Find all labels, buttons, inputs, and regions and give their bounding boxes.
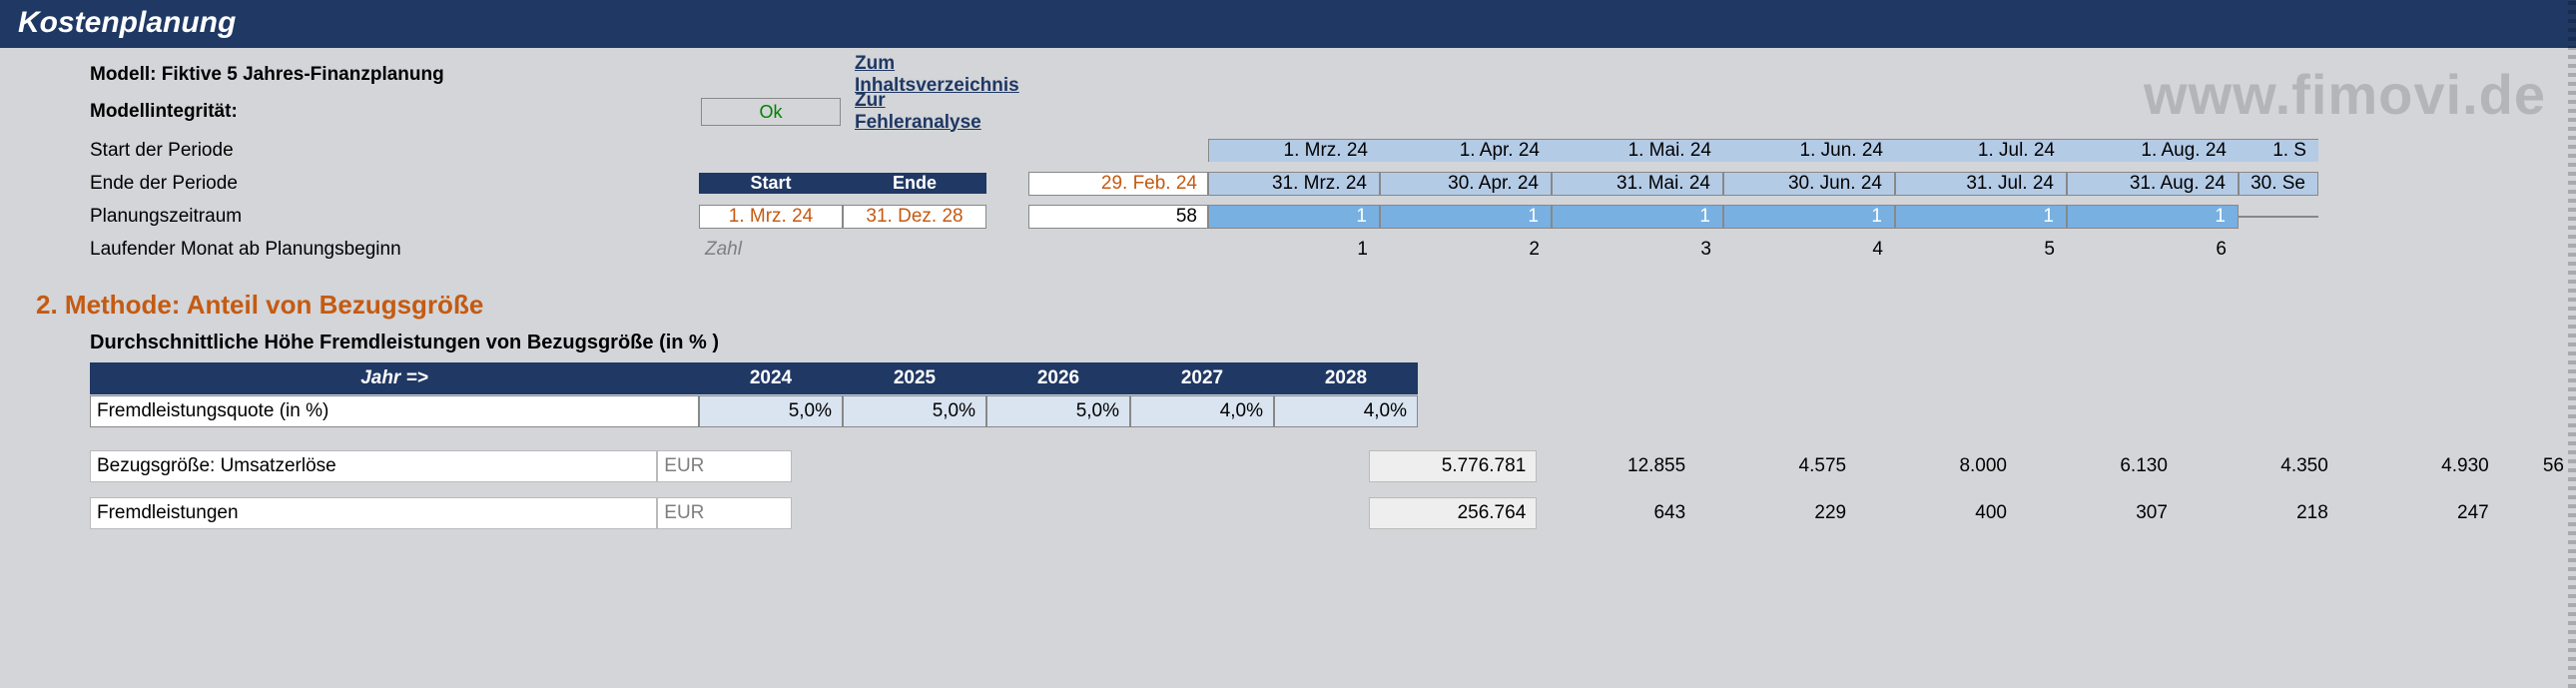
quote-4[interactable]: 4,0% [1274, 395, 1418, 427]
year-3: 2027 [1130, 362, 1274, 394]
one-2: 1 [1552, 205, 1723, 229]
quote-1[interactable]: 5,0% [843, 395, 986, 427]
one-0: 1 [1208, 205, 1380, 229]
month-end-1: 30. Apr. 24 [1380, 172, 1552, 196]
fremd-0: 643 [1537, 502, 1697, 524]
bezug-1: 4.575 [1697, 455, 1858, 477]
one-6 [2239, 216, 2318, 218]
quote-3[interactable]: 4,0% [1130, 395, 1274, 427]
quote-0[interactable]: 5,0% [699, 395, 843, 427]
bezug-5: 4.930 [2340, 455, 2501, 477]
year-4: 2028 [1274, 362, 1418, 394]
month-start-6: 1. S [2239, 139, 2318, 162]
month-end-2: 31. Mai. 24 [1552, 172, 1723, 196]
month-start-0: 1. Mrz. 24 [1208, 139, 1380, 162]
month-start-5: 1. Aug. 24 [2067, 139, 2239, 162]
quote-label: Fremdleistungsquote (in %) [90, 395, 699, 427]
month-start-2: 1. Mai. 24 [1552, 139, 1723, 162]
zahl-label: Zahl [699, 239, 843, 261]
fremd-3: 307 [2019, 502, 2180, 524]
bezug-total: 5.776.781 [1369, 450, 1537, 482]
bezug-6: 56 [2501, 455, 2576, 477]
idx-5: 6 [2067, 239, 2239, 261]
idx-0: 1 [1208, 239, 1380, 261]
fremd-total: 256.764 [1369, 497, 1537, 529]
idx-3: 4 [1723, 239, 1895, 261]
idx-4: 5 [1895, 239, 2067, 261]
fremd-5: 247 [2340, 502, 2501, 524]
plan-start: 1. Mrz. 24 [699, 205, 843, 229]
month-start-4: 1. Jul. 24 [1895, 139, 2067, 162]
year-2: 2026 [986, 362, 1130, 394]
page-title: Kostenplanung [0, 0, 2576, 48]
total-end-date: 29. Feb. 24 [1028, 172, 1208, 196]
bezug-3: 6.130 [2019, 455, 2180, 477]
integrity-label: Modellintegrität: [90, 101, 699, 123]
bezug-currency: EUR [657, 450, 792, 482]
year-label: Jahr => [90, 362, 699, 394]
one-4: 1 [1895, 205, 2067, 229]
fremd-label: Fremdleistungen [90, 497, 657, 529]
one-5: 1 [2067, 205, 2239, 229]
section-subtitle: Durchschnittliche Höhe Fremdleistungen v… [90, 332, 719, 354]
bezug-2: 8.000 [1858, 455, 2019, 477]
idx-1: 2 [1380, 239, 1552, 261]
period-end-label: Ende der Periode [90, 173, 699, 195]
month-end-0: 31. Mrz. 24 [1208, 172, 1380, 196]
one-1: 1 [1380, 205, 1552, 229]
end-header: Ende [843, 173, 986, 194]
month-end-5: 31. Aug. 24 [2067, 172, 2239, 196]
bezug-label: Bezugsgröße: Umsatzerlöse [90, 450, 657, 482]
model-label: Modell: Fiktive 5 Jahres-Finanzplanung [90, 64, 699, 86]
quote-2[interactable]: 5,0% [986, 395, 1130, 427]
month-idx-label: Laufender Monat ab Planungsbeginn [90, 239, 699, 261]
fremd-currency: EUR [657, 497, 792, 529]
section-title: 2. Methode: Anteil von Bezugsgröße [18, 266, 2576, 321]
bezug-0: 12.855 [1537, 455, 1697, 477]
link-errors[interactable]: Zur Fehleranalyse [855, 90, 981, 133]
integrity-status: Ok [701, 98, 841, 126]
one-3: 1 [1723, 205, 1895, 229]
fremd-2: 400 [1858, 502, 2019, 524]
page-torn-edge [2568, 0, 2576, 688]
year-0: 2024 [699, 362, 843, 394]
start-header: Start [699, 173, 843, 194]
year-1: 2025 [843, 362, 986, 394]
month-start-3: 1. Jun. 24 [1723, 139, 1895, 162]
idx-2: 3 [1552, 239, 1723, 261]
month-start-1: 1. Apr. 24 [1380, 139, 1552, 162]
period-start-label: Start der Periode [90, 140, 699, 162]
fremd-1: 229 [1697, 502, 1858, 524]
month-end-6: 30. Se [2239, 172, 2318, 196]
total-count: 58 [1028, 205, 1208, 229]
bezug-4: 4.350 [2180, 455, 2340, 477]
fremd-4: 218 [2180, 502, 2340, 524]
watermark: www.fimovi.de [2144, 62, 2546, 127]
month-end-4: 31. Jul. 24 [1895, 172, 2067, 196]
month-end-3: 30. Jun. 24 [1723, 172, 1895, 196]
plan-label: Planungszeitraum [90, 206, 699, 228]
plan-end: 31. Dez. 28 [843, 205, 986, 229]
